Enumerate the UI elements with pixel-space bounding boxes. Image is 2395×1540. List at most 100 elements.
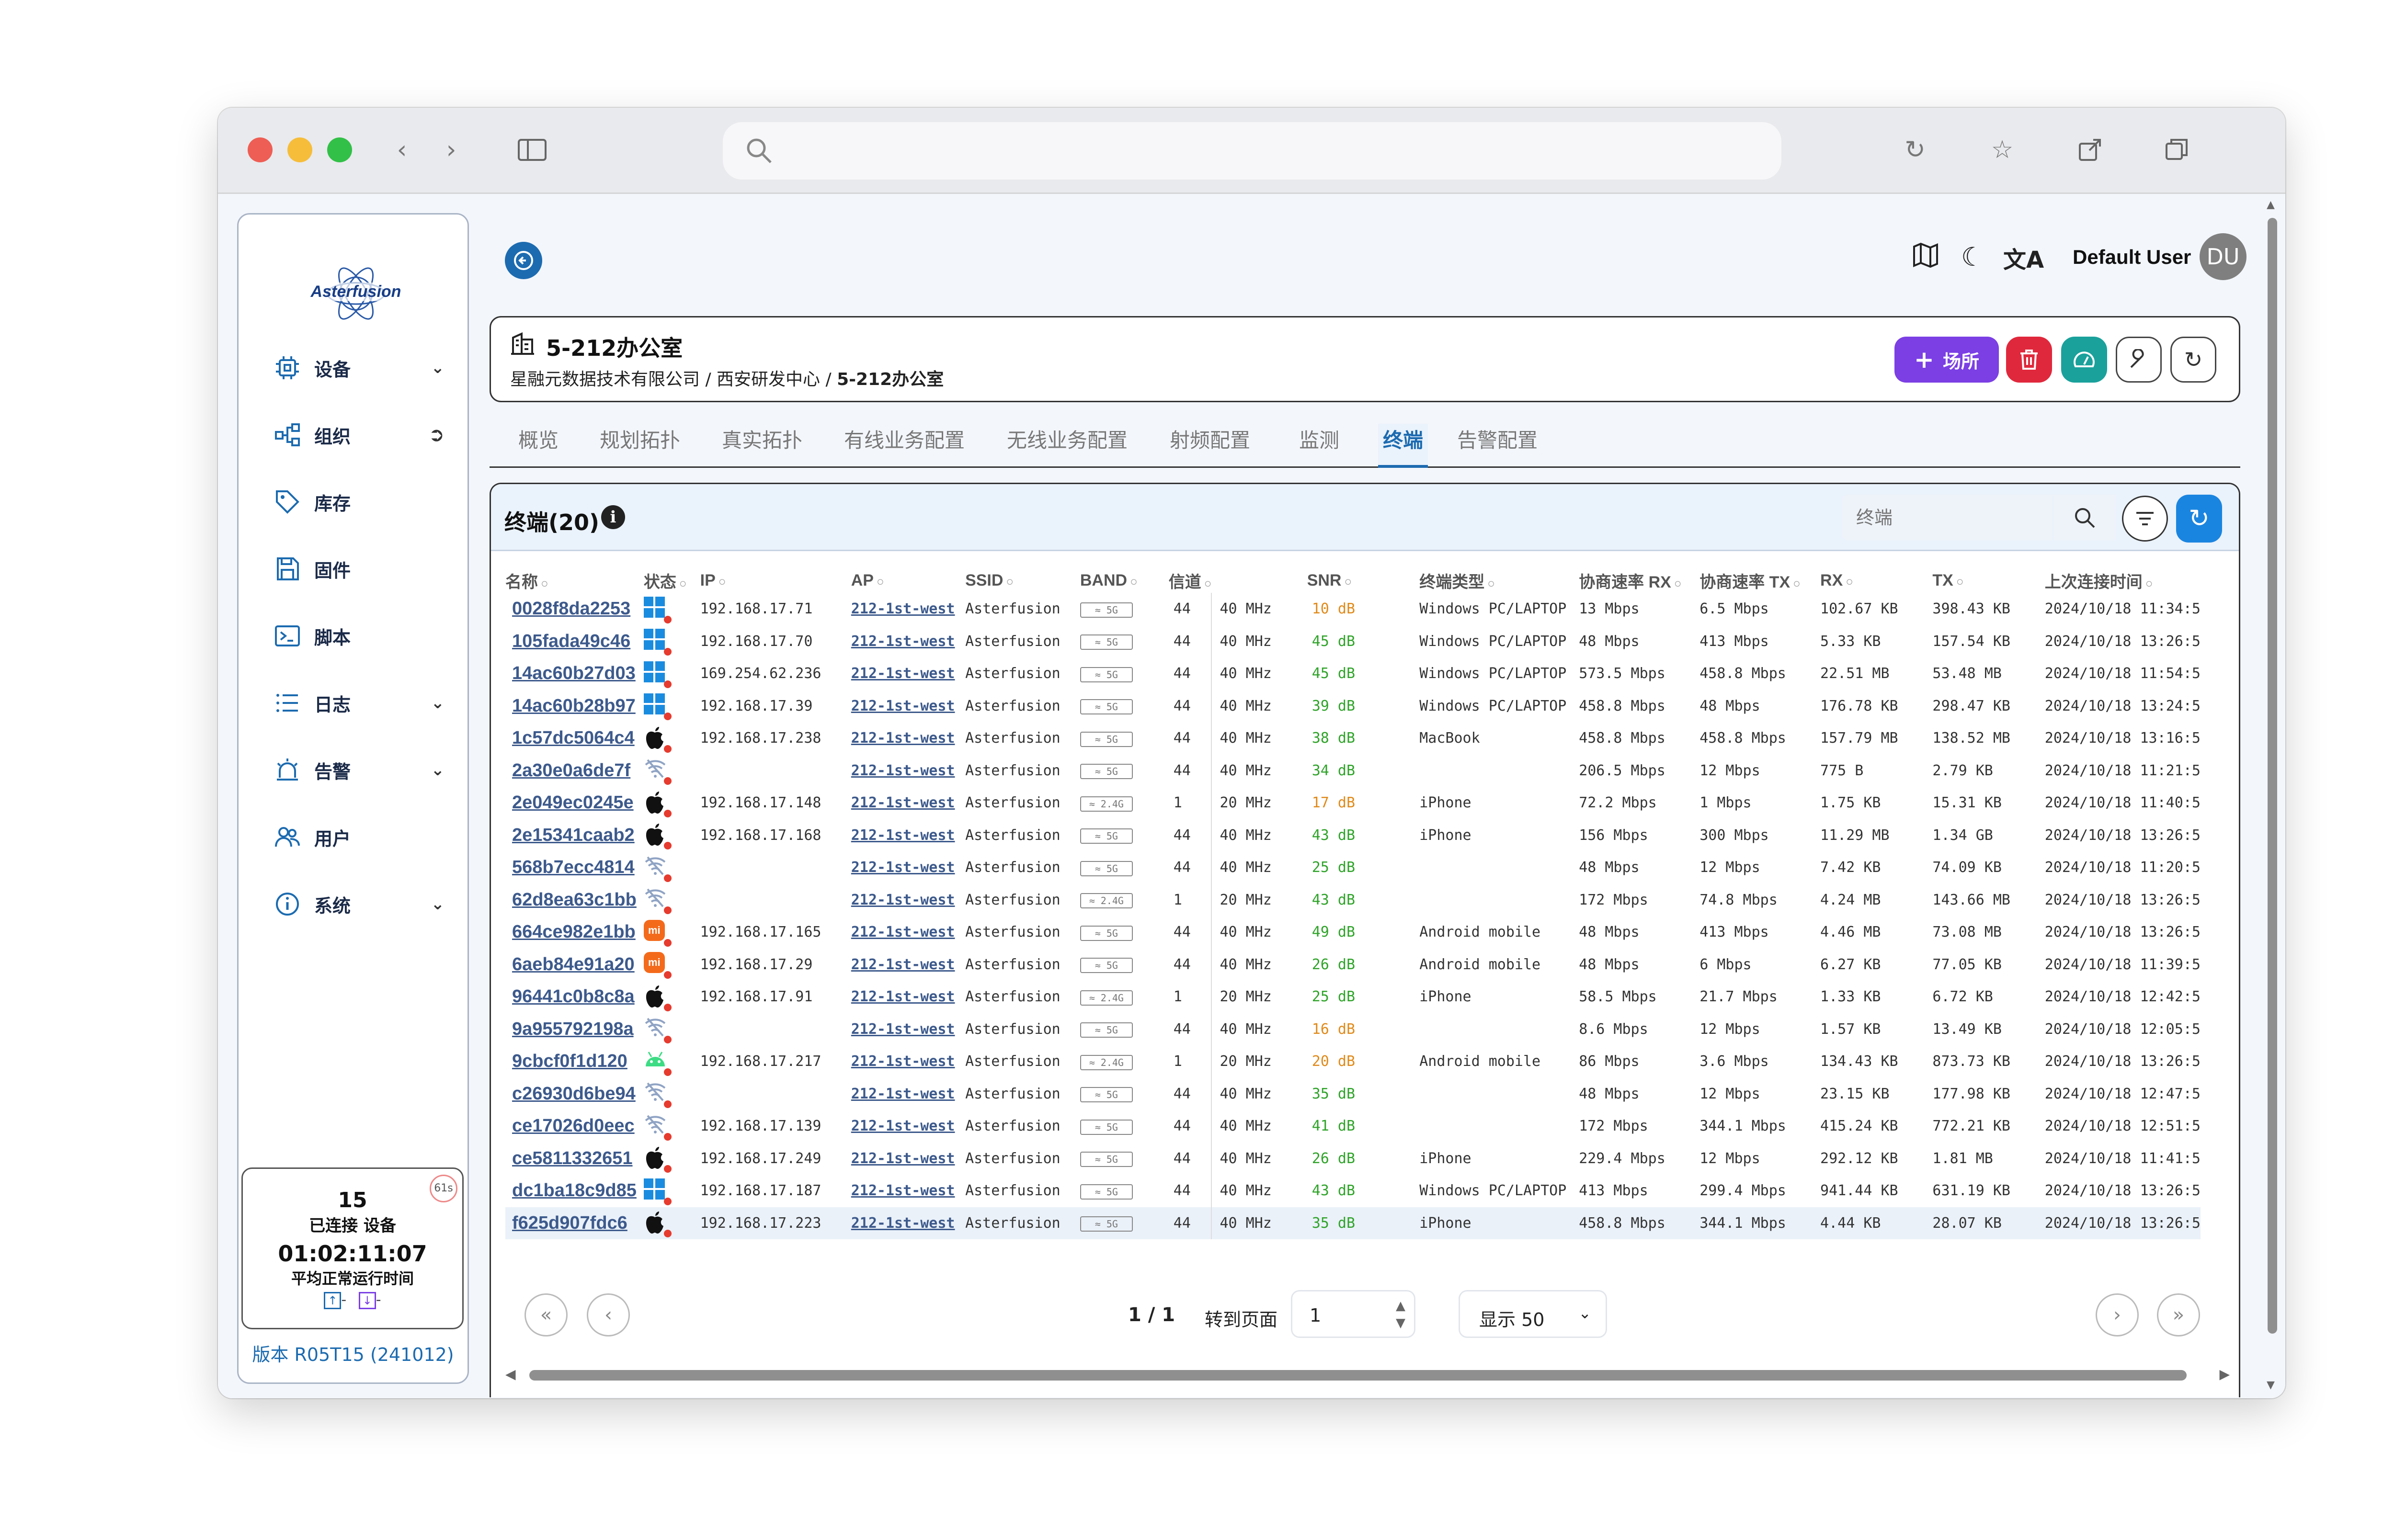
sidebar-item-1[interactable]: 组织 ➲: [272, 416, 445, 454]
tab-0[interactable]: 概览: [518, 424, 559, 467]
client-ap-link[interactable]: 212-1st-west: [851, 949, 965, 981]
arrow-circle-icon[interactable]: ➲: [428, 424, 445, 446]
dashboard-button[interactable]: [2061, 337, 2107, 383]
language-icon[interactable]: 文A: [2003, 241, 2044, 274]
client-ap-link[interactable]: 212-1st-west: [851, 755, 965, 787]
client-name-link[interactable]: 62d8ea63c1bb: [505, 884, 644, 917]
chevron-down-icon[interactable]: ⌄: [431, 358, 445, 377]
client-name-link[interactable]: 14ac60b28b97: [505, 690, 644, 723]
info-icon[interactable]: i: [601, 505, 625, 529]
table-row[interactable]: 9cbcf0f1d120 192.168.17.217 212-1st-west As…: [505, 1045, 2201, 1078]
client-ap-link[interactable]: 212-1st-west: [851, 625, 965, 658]
column-header[interactable]: TX ○: [1932, 568, 2044, 593]
client-name-link[interactable]: ce5811332651: [505, 1143, 644, 1175]
scroll-down-icon[interactable]: ▼: [2267, 1379, 2275, 1391]
tab-3[interactable]: 有线业务配置: [844, 424, 965, 467]
refresh-clients-button[interactable]: ↻: [2176, 495, 2222, 543]
column-header[interactable]: BAND ○: [1080, 568, 1169, 593]
breadcrumb-center[interactable]: 西安研发中心: [717, 370, 820, 389]
filter-button[interactable]: [2122, 496, 2168, 542]
client-ap-link[interactable]: 212-1st-west: [851, 722, 965, 755]
maximize-window-button[interactable]: [327, 137, 352, 162]
sort-icon[interactable]: ○: [1793, 576, 1801, 590]
sidebar-item-6[interactable]: 告警 ⌄: [272, 751, 445, 789]
table-row[interactable]: 568b7ecc4814 212-1st-west Asterfusion ≈ 5G 4…: [505, 851, 2201, 884]
client-name-link[interactable]: 0028f8da2253: [505, 593, 644, 625]
sidebar-item-0[interactable]: 设备 ⌄: [272, 349, 445, 387]
client-ap-link[interactable]: 212-1st-west: [851, 787, 965, 819]
column-header[interactable]: 上次连接时间 ○: [2045, 568, 2201, 593]
table-row[interactable]: 14ac60b28b97 192.168.17.39 212-1st-west Ast…: [505, 690, 2201, 723]
scroll-left-icon[interactable]: ◀: [505, 1366, 516, 1382]
table-row[interactable]: 1c57dc5064c4 192.168.17.238 212-1st-west As…: [505, 722, 2201, 755]
page-size-select[interactable]: 显示 50 ⌄: [1459, 1290, 1607, 1338]
client-ap-link[interactable]: 212-1st-west: [851, 916, 965, 949]
tab-4[interactable]: 无线业务配置: [1007, 424, 1128, 467]
column-header[interactable]: AP ○: [851, 568, 965, 593]
chevron-down-icon[interactable]: ⌄: [431, 760, 445, 780]
client-ap-link[interactable]: 212-1st-west: [851, 1175, 965, 1207]
scroll-right-icon[interactable]: ▶: [2219, 1366, 2230, 1382]
client-name-link[interactable]: 664ce982e1bb: [505, 916, 644, 949]
table-row[interactable]: 14ac60b27d03 169.254.62.236 212-1st-west As…: [505, 657, 2201, 690]
scroll-up-icon[interactable]: ▲: [2267, 199, 2275, 211]
client-name-link[interactable]: 2a30e0a6de7f: [505, 755, 644, 787]
close-window-button[interactable]: [248, 137, 273, 162]
tab-2[interactable]: 真实拓扑: [722, 424, 802, 467]
client-ap-link[interactable]: 212-1st-west: [851, 1143, 965, 1175]
previous-page-button[interactable]: ‹: [587, 1293, 630, 1336]
column-header[interactable]: SSID ○: [965, 568, 1080, 593]
user-name[interactable]: Default User: [2073, 246, 2191, 269]
table-row[interactable]: 62d8ea63c1bb 212-1st-west Asterfusion ≈ 2.4…: [505, 883, 2201, 917]
sort-icon[interactable]: ○: [718, 574, 726, 589]
client-name-link[interactable]: 2e049ec0245e: [505, 787, 644, 819]
column-header[interactable]: 终端类型 ○: [1419, 568, 1579, 593]
chevron-down-icon[interactable]: ⌄: [431, 895, 445, 914]
table-row[interactable]: ce5811332651 192.168.17.249 212-1st-west As…: [505, 1142, 2201, 1175]
sort-icon[interactable]: ○: [679, 576, 687, 590]
client-name-link[interactable]: 568b7ecc4814: [505, 851, 644, 884]
scrollbar-thumb[interactable]: [529, 1370, 2187, 1381]
avatar[interactable]: DU: [2200, 233, 2247, 280]
breadcrumb-company[interactable]: 星融元数据技术有限公司: [510, 370, 700, 389]
client-name-link[interactable]: 9cbcf0f1d120: [505, 1045, 644, 1078]
stepper-icon[interactable]: ▲ ▼: [1396, 1297, 1405, 1332]
table-row[interactable]: 96441c0b8c8a 192.168.17.91 212-1st-west Ast…: [505, 981, 2201, 1013]
client-ap-link[interactable]: 212-1st-west: [851, 657, 965, 690]
client-name-link[interactable]: 2e15341caab2: [505, 819, 644, 852]
client-ap-link[interactable]: 212-1st-west: [851, 1110, 965, 1143]
add-venue-button[interactable]: + 场所: [1894, 337, 1999, 383]
client-ap-link[interactable]: 212-1st-west: [851, 690, 965, 723]
sidebar-item-5[interactable]: 日志 ⌄: [272, 684, 445, 722]
sidebar-item-4[interactable]: 脚本: [272, 617, 445, 655]
delete-button[interactable]: [2006, 337, 2052, 383]
column-header[interactable]: RX ○: [1820, 568, 1932, 593]
sidebar-item-2[interactable]: 库存: [272, 483, 445, 521]
table-row[interactable]: 105fada49c46 192.168.17.70 212-1st-west Ast…: [505, 625, 2201, 658]
client-name-link[interactable]: 1c57dc5064c4: [505, 722, 644, 755]
collapse-sidebar-button[interactable]: [505, 242, 542, 279]
vertical-scrollbar-thumb[interactable]: [2268, 218, 2277, 1334]
address-bar[interactable]: [723, 122, 1781, 180]
sidebar-item-3[interactable]: 固件: [272, 550, 445, 588]
sort-icon[interactable]: ○: [2145, 576, 2153, 590]
sort-icon[interactable]: ○: [541, 576, 548, 590]
client-ap-link[interactable]: 212-1st-west: [851, 1078, 965, 1110]
table-row[interactable]: f625d907fdc6 192.168.17.223 212-1st-west As…: [505, 1207, 2201, 1240]
client-name-link[interactable]: dc1ba18c9d85: [505, 1175, 644, 1207]
sidebar-item-8[interactable]: 系统 ⌄: [272, 885, 445, 923]
last-page-button[interactable]: »: [2157, 1293, 2200, 1336]
sort-icon[interactable]: ○: [1130, 574, 1138, 589]
column-header[interactable]: 信道 ○: [1169, 568, 1212, 593]
client-name-link[interactable]: 14ac60b27d03: [505, 657, 644, 690]
sort-icon[interactable]: ○: [877, 574, 884, 589]
map-icon[interactable]: [1912, 242, 1941, 271]
table-row[interactable]: 0028f8da2253 192.168.17.71 212-1st-west Ast…: [505, 593, 2201, 625]
client-ap-link[interactable]: 212-1st-west: [851, 981, 965, 1013]
client-ap-link[interactable]: 212-1st-west: [851, 1013, 965, 1046]
goto-page-input[interactable]: 1 ▲ ▼: [1291, 1290, 1415, 1338]
client-name-link[interactable]: f625d907fdc6: [505, 1207, 644, 1240]
client-ap-link[interactable]: 212-1st-west: [851, 851, 965, 884]
tabs-overview-icon[interactable]: [2153, 127, 2200, 173]
column-header[interactable]: 协商速率 TX ○: [1699, 568, 1820, 593]
